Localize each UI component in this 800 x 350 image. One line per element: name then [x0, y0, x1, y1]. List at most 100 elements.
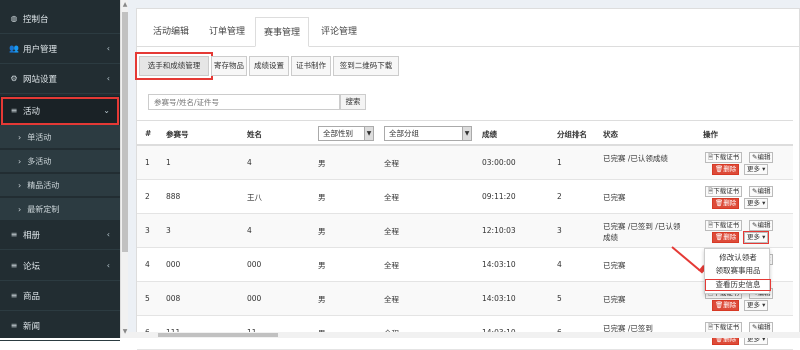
download-certificate-button[interactable]: 🗎下载证书	[705, 152, 743, 163]
cell-index: 1	[145, 158, 150, 167]
cell-bib: 008	[166, 294, 181, 303]
sidebar-item-label: 网站设置	[23, 74, 58, 85]
tab-bar: 活动编辑 订单管理 赛事管理 评论管理	[137, 17, 800, 47]
cell-rank: 1	[557, 158, 562, 167]
sidebar-item-label: 相册	[23, 230, 41, 241]
sidebar-subitem[interactable]: › 精品活动	[0, 174, 120, 196]
cell-gender: 男	[318, 193, 326, 202]
sidebar-item-label: 控制台	[23, 14, 49, 25]
delete-button[interactable]: 🗑删除	[712, 164, 740, 175]
subtab-storage[interactable]: 寄存物品	[211, 56, 247, 76]
delete-button-label: 删除	[723, 199, 737, 207]
cell-name: 4	[247, 158, 252, 167]
cell-name: 000	[247, 260, 262, 269]
sidebar-subitem-label: 单活动	[27, 132, 52, 142]
sidebar-subitem[interactable]: › 最新定制	[0, 198, 120, 220]
gender-select-value: 全部性别	[323, 129, 353, 138]
header-actions: 操作	[703, 130, 718, 139]
edit-button-label: 编辑	[757, 187, 771, 195]
subtab-certificate[interactable]: 证书制作	[291, 56, 331, 76]
cell-score: 09:11:20	[482, 192, 516, 201]
horizontal-scrollbar[interactable]	[128, 332, 800, 338]
menu-item-claim-supplies[interactable]: 领取赛事用品	[705, 265, 771, 277]
edit-button[interactable]: ✎编辑	[749, 152, 774, 163]
sidebar-item-forum[interactable]: ≡ 论坛 ‹	[0, 251, 120, 281]
sidebar-subitem-label: 最新定制	[27, 204, 60, 214]
more-button[interactable]: 更多 ▾	[744, 300, 769, 311]
tab-orders[interactable]: 订单管理	[199, 17, 255, 47]
chevron-right-icon: ›	[18, 204, 22, 214]
chevron-left-icon: ‹	[106, 261, 110, 270]
search-button[interactable]: 搜索	[340, 94, 366, 110]
scrollbar-thumb[interactable]	[158, 333, 278, 337]
delete-button[interactable]: 🗑删除	[712, 198, 740, 209]
sidebar-item-dashboard[interactable]: ◍ 控制台	[0, 4, 120, 34]
menu-item-change-claimer[interactable]: 修改认领者	[705, 252, 771, 264]
download-certificate-button[interactable]: 🗎下载证书	[705, 186, 743, 197]
sidebar-item-activity[interactable]: ≡ 活动 ⌄	[0, 96, 120, 126]
header-rank: 分组排名	[557, 130, 587, 139]
sidebar-item-users[interactable]: 👥 用户管理 ‹	[0, 34, 120, 64]
cell-bib: 1	[166, 158, 171, 167]
edit-button[interactable]: ✎编辑	[749, 220, 774, 231]
tab-events[interactable]: 赛事管理	[255, 17, 309, 47]
more-button[interactable]: 更多 ▾	[744, 198, 769, 209]
cell-name: 000	[247, 294, 262, 303]
table-row: 5008000男全程14:03:105已完赛🗎下载证书✎编辑🗑删除更多 ▾	[137, 282, 793, 316]
cell-group: 全程	[384, 193, 399, 202]
sidebar-item-album[interactable]: ≡ 相册 ‹	[0, 220, 120, 250]
chevron-left-icon: ‹	[106, 230, 110, 239]
more-button[interactable]: 更多 ▾	[744, 164, 769, 175]
subtab-score-settings[interactable]: 成绩设置	[249, 56, 289, 76]
search-input[interactable]	[148, 94, 340, 110]
cell-group: 全程	[384, 261, 399, 270]
cell-rank: 3	[557, 226, 562, 235]
cell-gender: 男	[318, 261, 326, 270]
table-row: 2 888 王八 男 全程 09:11:20 2 已完赛 🗎下载证书 ✎编辑 🗑删除 更多 ▾	[137, 180, 793, 214]
sidebar-item-label: 活动	[23, 106, 41, 117]
delete-button-label: 删除	[723, 233, 737, 241]
cell-gender: 男	[318, 159, 326, 168]
cell-score: 14:03:10	[482, 294, 516, 303]
more-button-label: 更多	[747, 233, 760, 241]
cell-status: 已完赛	[603, 295, 626, 304]
group-select[interactable]: 全部分组 ▼	[384, 126, 472, 141]
caret-down-icon: ▼	[462, 127, 471, 140]
tab-activity-edit[interactable]: 活动编辑	[145, 17, 197, 47]
cell-gender: 男	[318, 227, 326, 236]
menu-item-view-history[interactable]: 查看历史信息	[705, 279, 771, 291]
sidebar-item-label: 新闻	[23, 321, 41, 332]
list-icon: ≡	[10, 261, 18, 270]
sidebar-item-settings[interactable]: ⚙ 网站设置 ‹	[0, 64, 120, 94]
caret-down-icon: ▼	[364, 127, 373, 140]
more-button-label: 更多	[747, 199, 760, 207]
gender-select[interactable]: 全部性别 ▼	[318, 126, 374, 141]
delete-button-label: 删除	[723, 165, 737, 173]
download-certificate-button-label: 下载证书	[713, 323, 740, 331]
cell-status: 已完赛	[603, 193, 626, 202]
vertical-scrollbar[interactable]: ▲ ▼	[120, 0, 128, 338]
sidebar-item-goods[interactable]: ≡ 商品	[0, 281, 120, 311]
sidebar-subitem[interactable]: › 单活动	[0, 126, 120, 148]
download-certificate-button[interactable]: 🗎下载证书	[705, 220, 743, 231]
users-icon: 👥	[9, 44, 19, 53]
caret-down-icon: ▾	[760, 301, 766, 309]
sidebar-item-news[interactable]: ≡ 新闻	[0, 311, 120, 341]
cell-group: 全程	[384, 227, 399, 236]
tab-comments[interactable]: 评论管理	[311, 17, 367, 47]
sidebar-subitem-label: 精品活动	[27, 180, 60, 190]
caret-down-icon: ▾	[760, 199, 766, 207]
subtab-qrcode-download[interactable]: 签到二维码下载	[333, 56, 399, 76]
cell-gender: 男	[318, 295, 326, 304]
delete-button[interactable]: 🗑删除	[712, 300, 740, 311]
header-name: 姓名	[247, 130, 262, 139]
cell-group: 全程	[384, 295, 399, 304]
delete-button[interactable]: 🗑删除	[712, 232, 740, 243]
edit-button[interactable]: ✎编辑	[749, 186, 774, 197]
more-button[interactable]: 更多 ▾	[742, 231, 770, 244]
subtab-players-scores[interactable]: 选手和成绩管理	[135, 52, 213, 80]
cell-bib: 888	[166, 192, 181, 201]
cell-score: 14:03:10	[482, 260, 516, 269]
dashboard-icon: ◍	[10, 14, 18, 23]
sidebar-subitem[interactable]: › 多活动	[0, 150, 120, 172]
